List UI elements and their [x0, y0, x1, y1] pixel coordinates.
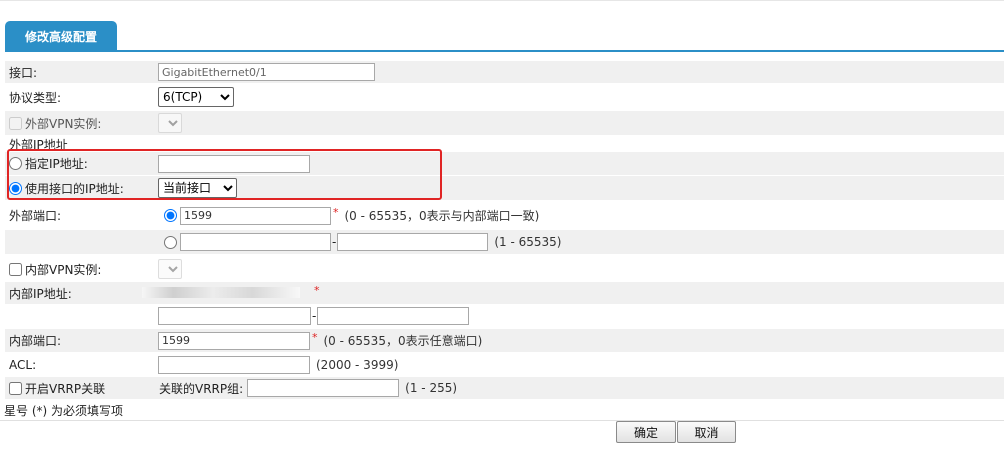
ext-port-single-radio[interactable] [164, 209, 177, 222]
ext-vpn-select[interactable] [158, 113, 182, 133]
ok-button[interactable]: 确定 [616, 421, 676, 443]
acl-input[interactable] [158, 355, 310, 374]
tab-advanced-config[interactable]: 修改高级配置 [5, 21, 117, 51]
acl-label: ACL: [9, 357, 37, 372]
int-vpn-select[interactable] [158, 259, 182, 279]
redacted-ip-field [142, 287, 300, 298]
row-int-vpn: 内部VPN实例: [5, 257, 1004, 281]
int-vpn-checkbox[interactable] [9, 262, 22, 276]
range-dash: - [312, 309, 317, 323]
vrrp-label: 开启VRRP关联 [25, 381, 106, 396]
vrrp-group-label: 关联的VRRP组: [159, 381, 244, 396]
acl-hint: (2000 - 3999) [316, 357, 399, 372]
ext-port-label: 外部端口: [9, 209, 62, 223]
int-ip-range-start[interactable] [158, 307, 311, 325]
top-divider [0, 0, 1004, 1]
row-interface: 接口: [5, 61, 1004, 83]
ext-port-range-start[interactable] [180, 233, 331, 251]
interface-label: 接口: [9, 65, 38, 80]
required-note: 星号 (*) 为必须填写项 [4, 403, 123, 418]
row-int-ip-range: - [5, 305, 1004, 327]
tab-underline [5, 50, 1004, 52]
int-port-hint: (0 - 65535，0表示任意端口) [323, 334, 483, 348]
vrrp-checkbox[interactable] [9, 381, 22, 395]
row-int-port: 内部端口: * (0 - 65535，0表示任意端口) [5, 329, 1004, 352]
ext-vpn-label: 外部VPN实例: [25, 116, 102, 131]
protocol-select[interactable]: 6(TCP) [158, 87, 234, 107]
ext-vpn-checkbox[interactable] [9, 116, 22, 130]
vrrp-hint: (1 - 255) [405, 381, 458, 395]
required-marker: * [312, 331, 318, 344]
row-ext-port: 外部端口: * (0 - 65535，0表示与内部端口一致) [5, 204, 1004, 227]
highlight-box [7, 149, 442, 200]
int-port-label: 内部端口: [9, 334, 62, 348]
row-acl: ACL: (2000 - 3999) [5, 353, 1004, 376]
row-vrrp: 开启VRRP关联 关联的VRRP组: (1 - 255) [5, 377, 1004, 399]
int-ip-range-end[interactable] [317, 307, 470, 325]
row-ext-port-range: - (1 - 65535) [5, 230, 1004, 254]
int-vpn-label: 内部VPN实例: [25, 262, 102, 277]
interface-field[interactable] [158, 63, 375, 81]
row-protocol: 协议类型: 6(TCP) [5, 85, 1004, 109]
ext-port-range-end[interactable] [337, 233, 489, 251]
ext-port-hint: (0 - 65535，0表示与内部端口一致) [344, 209, 540, 223]
int-ip-required-marker: * [314, 284, 320, 297]
range-dash: - [332, 235, 337, 249]
cancel-button[interactable]: 取消 [677, 421, 736, 443]
int-ip-label: 内部IP地址: [9, 286, 72, 301]
int-port-input[interactable] [158, 331, 310, 350]
ext-port-range-hint: (1 - 65535) [494, 235, 562, 249]
footer-divider [0, 420, 1004, 421]
ext-port-range-radio[interactable] [164, 235, 177, 249]
protocol-label: 协议类型: [9, 90, 62, 105]
vrrp-group-input[interactable] [247, 379, 400, 397]
ext-port-input[interactable] [180, 206, 331, 225]
row-ext-vpn: 外部VPN实例: [5, 111, 1004, 135]
required-marker: * [333, 206, 339, 219]
